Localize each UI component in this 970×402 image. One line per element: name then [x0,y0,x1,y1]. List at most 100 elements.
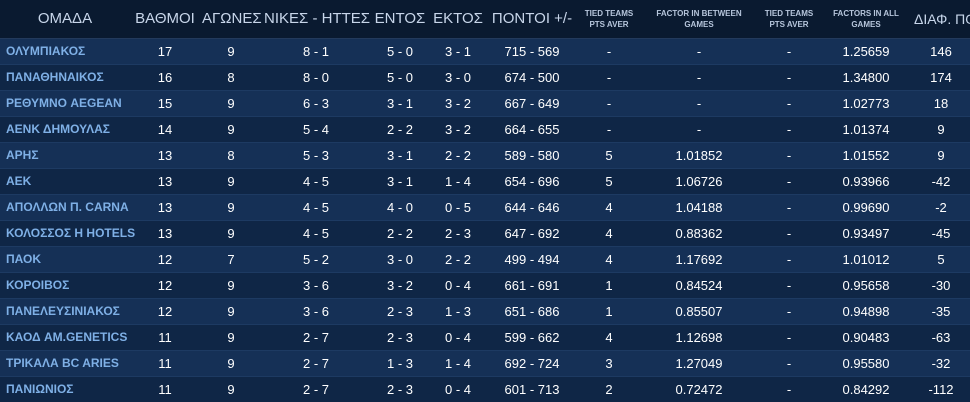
away-cell: 1 - 4 [430,167,486,194]
games-cell: 8 [200,63,262,90]
games-cell: 9 [200,89,262,116]
table-row: ΑΡΗΣ 13 8 5 - 33 - 12 - 2 589 - 580 5 1.01852-… [0,141,970,168]
home-cell: 3 - 1 [370,167,430,194]
home-cell: 5 - 0 [370,63,430,90]
factor-between-cell: 1.01852 [640,141,758,168]
header-tied-pts-aver-2[interactable]: TIED TEAMS PTS AVER [758,0,820,39]
header-tied-pts-aver[interactable]: TIED TEAMS PTS AVER [578,0,640,39]
team-cell[interactable]: ΑΡΗΣ [0,141,130,168]
home-cell: 2 - 3 [370,375,430,402]
team-cell[interactable]: ΑΕΝΚ ΔΗΜΟΥΛΑΣ [0,115,130,142]
team-cell[interactable]: ΚΑΟΔ AM.GENETICS [0,323,130,350]
tied-pts-aver-2-cell: - [758,323,820,350]
score-cell: 664 - 655 [486,115,578,142]
tied-pts-aver-cell: - [578,115,640,142]
header-team[interactable]: ΟΜΑΔΑ [0,0,130,39]
score-cell: 715 - 569 [486,37,578,64]
points-cell: 12 [130,245,200,272]
factor-between-cell: 0.88362 [640,219,758,246]
score-cell: 651 - 686 [486,297,578,324]
diff-cell: 5 [912,245,970,272]
score-cell: 599 - 662 [486,323,578,350]
diff-cell: 18 [912,89,970,116]
factor-between-cell: 0.85507 [640,297,758,324]
team-cell[interactable]: ΑΕΚ [0,167,130,194]
tied-pts-aver-cell: 1 [578,271,640,298]
header-points[interactable]: ΒΑΘΜΟΙ [130,0,200,39]
score-cell: 499 - 494 [486,245,578,272]
home-cell: 3 - 2 [370,271,430,298]
header-diff[interactable]: ΔΙΑΦ. ΠΟΝΤΩΝ [912,0,970,39]
games-cell: 9 [200,323,262,350]
diff-cell: -2 [912,193,970,220]
factor-between-cell: - [640,89,758,116]
wins-losses-cell: 5 - 2 [262,245,370,272]
away-cell: 3 - 1 [430,37,486,64]
header-score[interactable]: ΠΟΝΤΟΙ +/- [486,0,578,39]
factor-all-cell: 1.01012 [820,245,912,272]
away-cell: 0 - 4 [430,323,486,350]
points-cell: 13 [130,141,200,168]
away-cell: 0 - 5 [430,193,486,220]
tied-pts-aver-cell: 5 [578,141,640,168]
header-away[interactable]: ΕΚΤΟΣ [430,0,486,39]
header-factor-all[interactable]: FACTORS IN ALL GAMES [820,0,912,39]
factor-all-cell: 1.01374 [820,115,912,142]
factor-all-cell: 0.95658 [820,271,912,298]
diff-cell: -35 [912,297,970,324]
diff-cell: -30 [912,271,970,298]
table-row: ΚΑΟΔ AM.GENETICS 11 9 2 - 72 - 30 - 4 599 - … [0,323,970,350]
games-cell: 9 [200,167,262,194]
tied-pts-aver-cell: 4 [578,323,640,350]
team-cell[interactable]: ΤΡΙΚΑΛΑ BC ARIES [0,349,130,376]
factor-all-cell: 1.02773 [820,89,912,116]
points-cell: 11 [130,349,200,376]
team-cell[interactable]: ΑΠΟΛΛΩΝ Π. CARNA [0,193,130,220]
tied-pts-aver-2-cell: - [758,37,820,64]
tied-pts-aver-2-cell: - [758,63,820,90]
score-cell: 654 - 696 [486,167,578,194]
tied-pts-aver-2-cell: - [758,245,820,272]
diff-cell: 9 [912,141,970,168]
factor-between-cell: - [640,115,758,142]
games-cell: 9 [200,115,262,142]
tied-pts-aver-2-cell: - [758,375,820,402]
team-cell[interactable]: ΠΑΝΑΘΗΝΑΙΚΟΣ [0,63,130,90]
table-row: ΠΑΝΙΩΝΙΟΣ 11 9 2 - 72 - 30 - 4 601 - 713 2 0.7… [0,375,970,402]
points-cell: 13 [130,219,200,246]
table-row: ΠΑΟΚ 12 7 5 - 23 - 02 - 2 499 - 494 4 1.17692-… [0,245,970,272]
wins-losses-cell: 4 - 5 [262,167,370,194]
tied-pts-aver-2-cell: - [758,349,820,376]
tied-pts-aver-2-cell: - [758,297,820,324]
points-cell: 13 [130,167,200,194]
table-row: ΠΑΝΑΘΗΝΑΙΚΟΣ 16 8 8 - 05 - 03 - 0 674 - 500-… [0,63,970,90]
team-cell[interactable]: ΠΑΟΚ [0,245,130,272]
wins-losses-cell: 4 - 5 [262,193,370,220]
away-cell: 3 - 2 [430,89,486,116]
team-cell[interactable]: ΠΑΝΕΛΕΥΣΙΝΙΑΚΟΣ [0,297,130,324]
factor-all-cell: 1.25659 [820,37,912,64]
header-wins-losses[interactable]: ΝΙΚΕΣ - ΗΤΤΕΣ [262,0,370,39]
team-cell[interactable]: ΡΕΘΥΜΝΟ AEGEAN [0,89,130,116]
score-cell: 667 - 649 [486,89,578,116]
team-cell[interactable]: ΠΑΝΙΩΝΙΟΣ [0,375,130,402]
wins-losses-cell: 4 - 5 [262,219,370,246]
wins-losses-cell: 3 - 6 [262,297,370,324]
diff-cell: 174 [912,63,970,90]
wins-losses-cell: 6 - 3 [262,89,370,116]
tied-pts-aver-cell: 4 [578,245,640,272]
points-cell: 11 [130,375,200,402]
home-cell: 2 - 2 [370,115,430,142]
team-cell[interactable]: ΟΛΥΜΠΙΑΚΟΣ [0,37,130,64]
score-cell: 661 - 691 [486,271,578,298]
header-home[interactable]: ΕΝΤΟΣ [370,0,430,39]
header-games[interactable]: ΑΓΩΝΕΣ [200,0,262,39]
wins-losses-cell: 2 - 7 [262,349,370,376]
team-cell[interactable]: ΚΟΛΟΣΣΟΣ Η HOTELS [0,219,135,246]
factor-between-cell: - [640,37,758,64]
team-cell[interactable]: ΚΟΡΟΙΒΟΣ [0,271,130,298]
score-cell: 674 - 500 [486,63,578,90]
home-cell: 2 - 3 [370,323,430,350]
away-cell: 2 - 2 [430,245,486,272]
header-factor-between[interactable]: FACTOR IN BETWEEN GAMES [640,0,758,39]
